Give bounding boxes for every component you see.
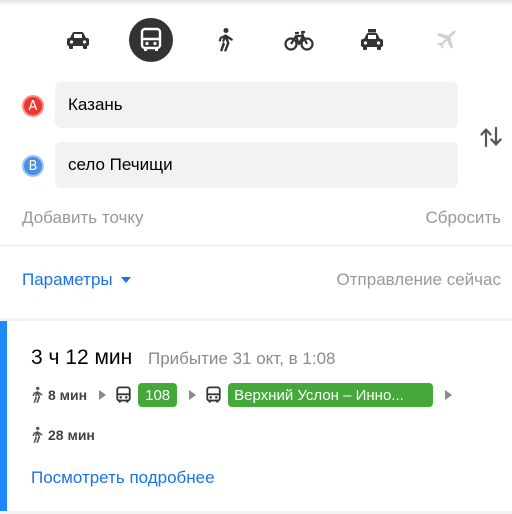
bus-route-badge: Верхний Услон – Инно... xyxy=(228,383,434,407)
reset-button[interactable]: Сбросить xyxy=(425,208,501,228)
bus-icon xyxy=(140,27,162,51)
route-arrival: Прибытие 31 окт, в 1:08 xyxy=(148,349,336,368)
mode-bicycle-button[interactable] xyxy=(277,18,321,62)
route-segments-continued: 28 мин xyxy=(30,423,95,447)
divider xyxy=(0,245,512,246)
arrow-right-icon xyxy=(189,390,197,400)
arrow-right-icon xyxy=(445,390,453,400)
walking-icon xyxy=(32,386,43,404)
point-b-label: B xyxy=(28,158,38,174)
top-shadow xyxy=(0,0,512,6)
caret-down-icon xyxy=(120,277,131,283)
taxi-icon xyxy=(361,29,383,50)
view-details-link[interactable]: Посмотреть подробнее xyxy=(31,468,215,488)
transport-mode-bar xyxy=(0,18,512,64)
parameters-label: Параметры xyxy=(22,270,113,289)
route-result-card[interactable]: 3 ч 12 мин Прибытие 31 окт, в 1:08 8 мин… xyxy=(0,321,512,511)
bicycle-icon xyxy=(284,30,314,51)
parameters-dropdown[interactable]: Параметры xyxy=(22,270,131,290)
from-field[interactable]: Казань xyxy=(55,82,458,128)
mode-walking-button[interactable] xyxy=(203,18,247,62)
departure-time-button[interactable]: Отправление сейчас xyxy=(337,270,501,290)
to-field-value: село Печищи xyxy=(68,155,173,174)
to-field[interactable]: село Печищи xyxy=(55,142,458,188)
bus-icon xyxy=(116,386,131,403)
car-icon xyxy=(67,32,89,49)
point-b-marker: B xyxy=(22,155,44,177)
add-point-button[interactable]: Добавить точку xyxy=(22,208,144,228)
point-a-label: A xyxy=(28,98,38,114)
swap-points-button[interactable] xyxy=(478,122,504,152)
selected-route-indicator xyxy=(0,321,7,511)
route-duration: 3 ч 12 мин xyxy=(31,346,133,369)
point-a-marker: A xyxy=(22,95,44,117)
plane-icon xyxy=(437,30,456,49)
walking-icon xyxy=(32,426,43,444)
walk-end-time: 28 мин xyxy=(48,427,95,443)
swap-icon xyxy=(480,126,502,148)
arrow-right-icon xyxy=(99,390,107,400)
mode-car-button[interactable] xyxy=(56,18,100,62)
route-segments: 8 мин 108 Верхний Услон – Инно... xyxy=(30,383,461,407)
bus-icon xyxy=(206,386,221,403)
walking-icon xyxy=(218,28,233,52)
walk-start-time: 8 мин xyxy=(48,387,88,403)
mode-public-transport-button[interactable] xyxy=(129,18,173,62)
mode-plane-button[interactable] xyxy=(424,18,468,62)
bus-number-badge: 108 xyxy=(138,383,178,407)
from-field-value: Казань xyxy=(68,95,123,114)
mode-taxi-button[interactable] xyxy=(350,18,394,62)
